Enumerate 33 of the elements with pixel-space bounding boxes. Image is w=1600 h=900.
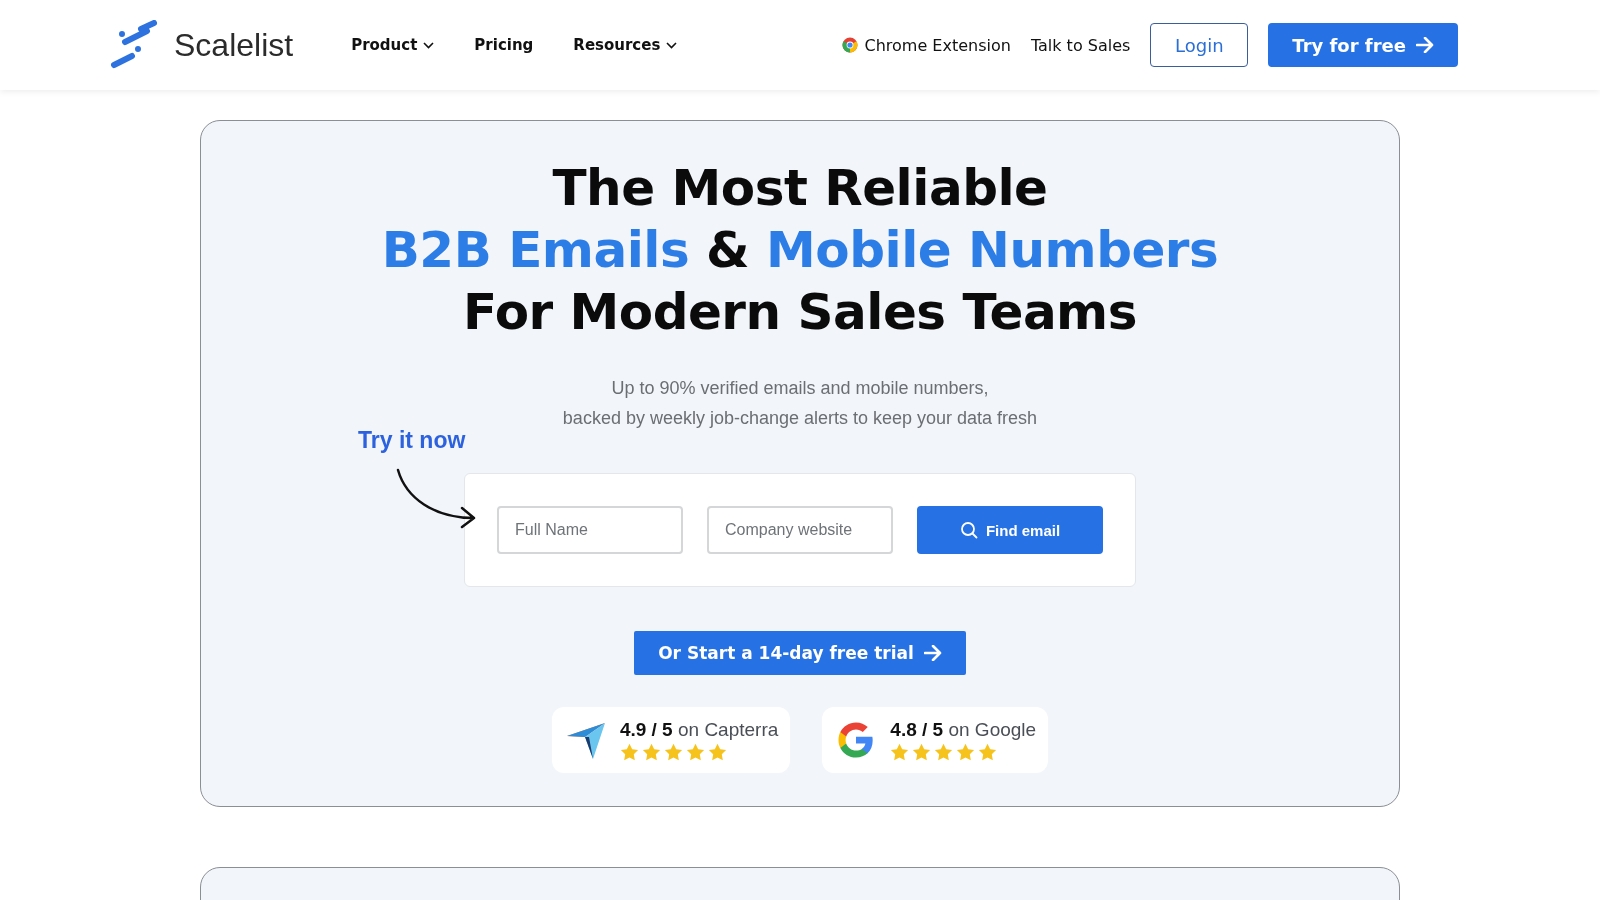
chrome-extension-link[interactable]: Chrome Extension	[842, 35, 1011, 55]
find-email-button[interactable]: Find email	[917, 506, 1103, 554]
nav-link[interactable]: Product	[351, 36, 435, 54]
rating-text: 4.8 / 5 on Google	[890, 719, 1037, 741]
logo-icon	[110, 20, 160, 70]
arrow-right-icon	[1416, 37, 1434, 53]
chrome-icon	[842, 37, 859, 53]
hero-heading: The Most Reliable B2B Emails & Mobile Numbers For Modern Sales Teams	[381, 158, 1219, 343]
brand-name: Scalelist	[174, 26, 294, 64]
talk-to-sales-link[interactable]: Talk to Sales	[1030, 35, 1131, 55]
rating-text: 4.9 / 5 on Capterra	[619, 719, 779, 741]
star-icon	[912, 743, 932, 761]
star-icon	[619, 743, 639, 761]
try-for-free-button[interactable]: Try for free	[1268, 23, 1458, 67]
login-button[interactable]: Login	[1150, 23, 1249, 67]
paper-plane-logo-icon	[565, 720, 606, 760]
company-website-field[interactable]: Company website	[707, 506, 893, 554]
star-icon	[890, 743, 910, 761]
free-trial-button[interactable]: Or Start a 14-day free trial	[634, 631, 966, 675]
star-icon	[934, 743, 954, 761]
search-icon	[959, 521, 978, 539]
star-icon	[707, 743, 727, 761]
nav-link[interactable]: Resources	[573, 36, 678, 54]
try-it-now-label: Try it now	[358, 427, 466, 454]
star-icon	[978, 743, 998, 761]
star-icon	[641, 743, 661, 761]
hero-subtitle: Up to 90% verified emails and mobile numbers, backed by weekly job-change alerts to keep your data fresh	[562, 377, 1038, 430]
star-icon	[685, 743, 705, 761]
star-icon	[663, 743, 683, 761]
nav-link[interactable]: Pricing	[474, 36, 534, 54]
arrow-right-icon	[923, 645, 942, 661]
full-name-field[interactable]: Full Name	[497, 506, 683, 554]
star-icon	[956, 743, 976, 761]
